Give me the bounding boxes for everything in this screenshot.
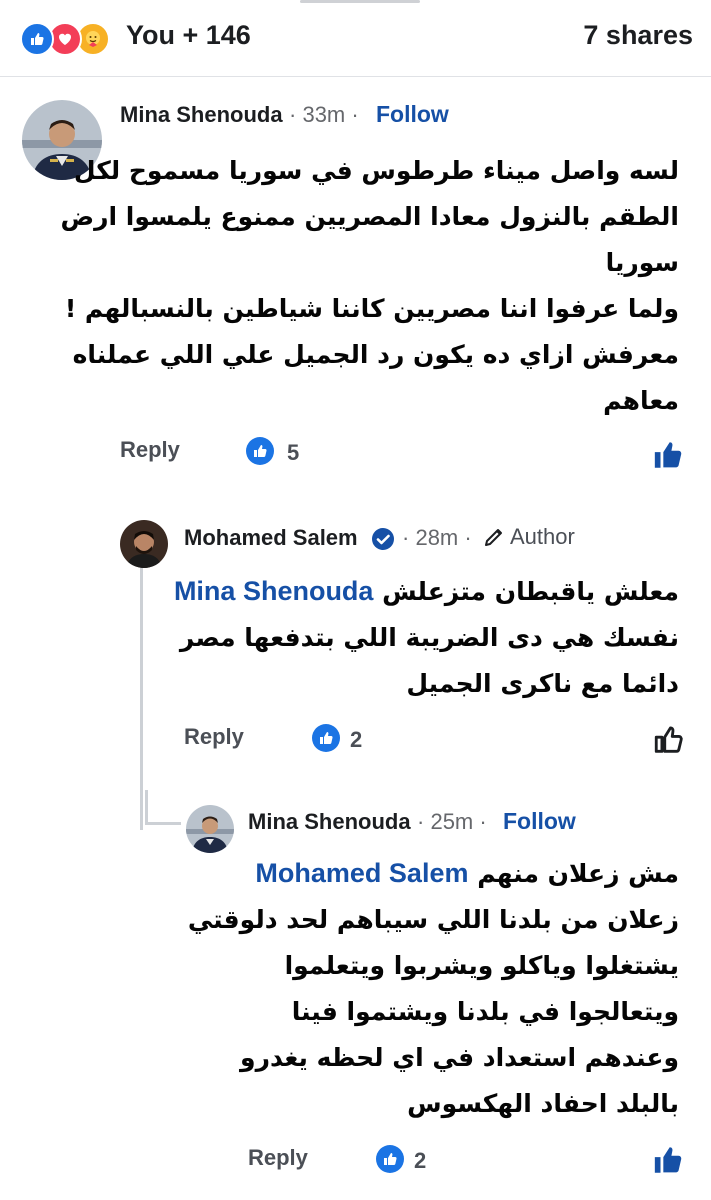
reaction-icons[interactable] <box>20 22 110 56</box>
comment-line: لسه واصل ميناء طرطوس في سوريا مسموح لكل <box>73 156 679 185</box>
shares-count[interactable]: 7 shares <box>583 20 693 51</box>
timestamp-value: 25m <box>430 809 474 834</box>
comment-line-text: معلش ياقبطان متزعلش <box>382 577 679 606</box>
comment-body: مش زعلان منهم Mohamed Salem زعلان من بلد… <box>188 850 679 1127</box>
thumbs-up-outline-icon <box>654 726 683 753</box>
comment-line: سوريا <box>605 248 679 277</box>
comment-body: لسه واصل ميناء طرطوس في سوريا مسموح لكل … <box>61 148 679 424</box>
comment-timestamp[interactable]: · 25m · <box>417 809 487 835</box>
comment-line: وعندهم استعداد في اي لحظه يغدرو <box>240 1043 679 1072</box>
comment-line: يشتغلوا وياكلو ويشربوا ويتعلموا <box>284 951 679 980</box>
author-badge-label: Author <box>510 524 575 549</box>
comment-author-name[interactable]: Mina Shenouda <box>248 809 411 835</box>
comment-timestamp[interactable]: · 33m · <box>289 102 359 128</box>
comment-line: مش زعلان منهم Mohamed Salem <box>188 850 679 897</box>
pencil-icon <box>485 529 502 546</box>
like-button[interactable] <box>644 715 694 765</box>
like-count[interactable]: 5 <box>287 440 299 466</box>
timestamp-value: 28m <box>415 525 459 550</box>
comment-line: نفسك هي دى الضريبة اللي بتدفعها مصر <box>179 623 679 652</box>
comment-line: زعلان من بلدنا اللي سيباهم لحد دلوقتي <box>187 905 679 934</box>
timestamp-value: 33m <box>302 102 346 127</box>
reply-button[interactable]: Reply <box>248 1145 308 1171</box>
verified-badge-icon <box>370 526 396 552</box>
thumbs-up-filled-icon <box>654 442 682 468</box>
thread-connector <box>145 790 148 825</box>
thumbs-up-filled-icon <box>654 1147 682 1173</box>
like-button[interactable] <box>644 430 694 480</box>
mention-link[interactable]: Mina Shenouda <box>174 576 374 606</box>
reactions-bar: You + 146 7 shares <box>20 18 693 58</box>
avatar[interactable] <box>120 520 168 568</box>
comment-author-name[interactable]: Mina Shenouda <box>120 102 283 128</box>
reaction-count[interactable]: You + 146 <box>126 20 251 51</box>
author-badge: Author <box>482 524 575 550</box>
mention-link[interactable]: Mohamed Salem <box>255 858 468 888</box>
comment-body: معلش ياقبطان متزعلش Mina Shenouda نفسك ه… <box>174 568 679 707</box>
thread-connector <box>145 822 181 825</box>
follow-button[interactable]: Follow <box>503 808 576 835</box>
like-button[interactable] <box>644 1135 694 1185</box>
like-icon <box>246 437 274 465</box>
reply-button[interactable]: Reply <box>184 724 244 750</box>
comment-line: دائما مع ناكرى الجميل <box>406 669 679 698</box>
comment-line-text: مش زعلان منهم <box>477 859 679 888</box>
comment-line: معاهم <box>603 386 679 415</box>
like-count[interactable]: 2 <box>350 727 362 753</box>
comment-line: معلش ياقبطان متزعلش Mina Shenouda <box>174 568 679 615</box>
thread-line <box>140 568 143 830</box>
like-icon <box>376 1145 404 1173</box>
top-divider <box>300 0 420 3</box>
like-icon <box>20 22 54 56</box>
comment-author-name[interactable]: Mohamed Salem <box>184 525 358 551</box>
reactions-divider <box>0 76 711 77</box>
follow-button[interactable]: Follow <box>376 101 449 128</box>
comment-line: ويتعالجوا في بلدنا ويشتموا فينا <box>291 997 679 1026</box>
comment-line: معرفش ازاي ده يكون رد الجميل علي اللي عم… <box>72 340 679 369</box>
like-icon <box>312 724 340 752</box>
reply-button[interactable]: Reply <box>120 437 180 463</box>
avatar[interactable] <box>186 805 234 853</box>
comment-line: ولما عرفوا اننا مصريين كاننا شياطين بالن… <box>64 294 679 323</box>
like-count[interactable]: 2 <box>414 1148 426 1174</box>
comment-timestamp[interactable]: · 28m · <box>402 525 472 551</box>
comment-line: الطقم بالنزول معادا المصريين ممنوع يلمسو… <box>60 202 679 231</box>
comment-line: بالبلد احفاد الهكسوس <box>407 1089 679 1118</box>
